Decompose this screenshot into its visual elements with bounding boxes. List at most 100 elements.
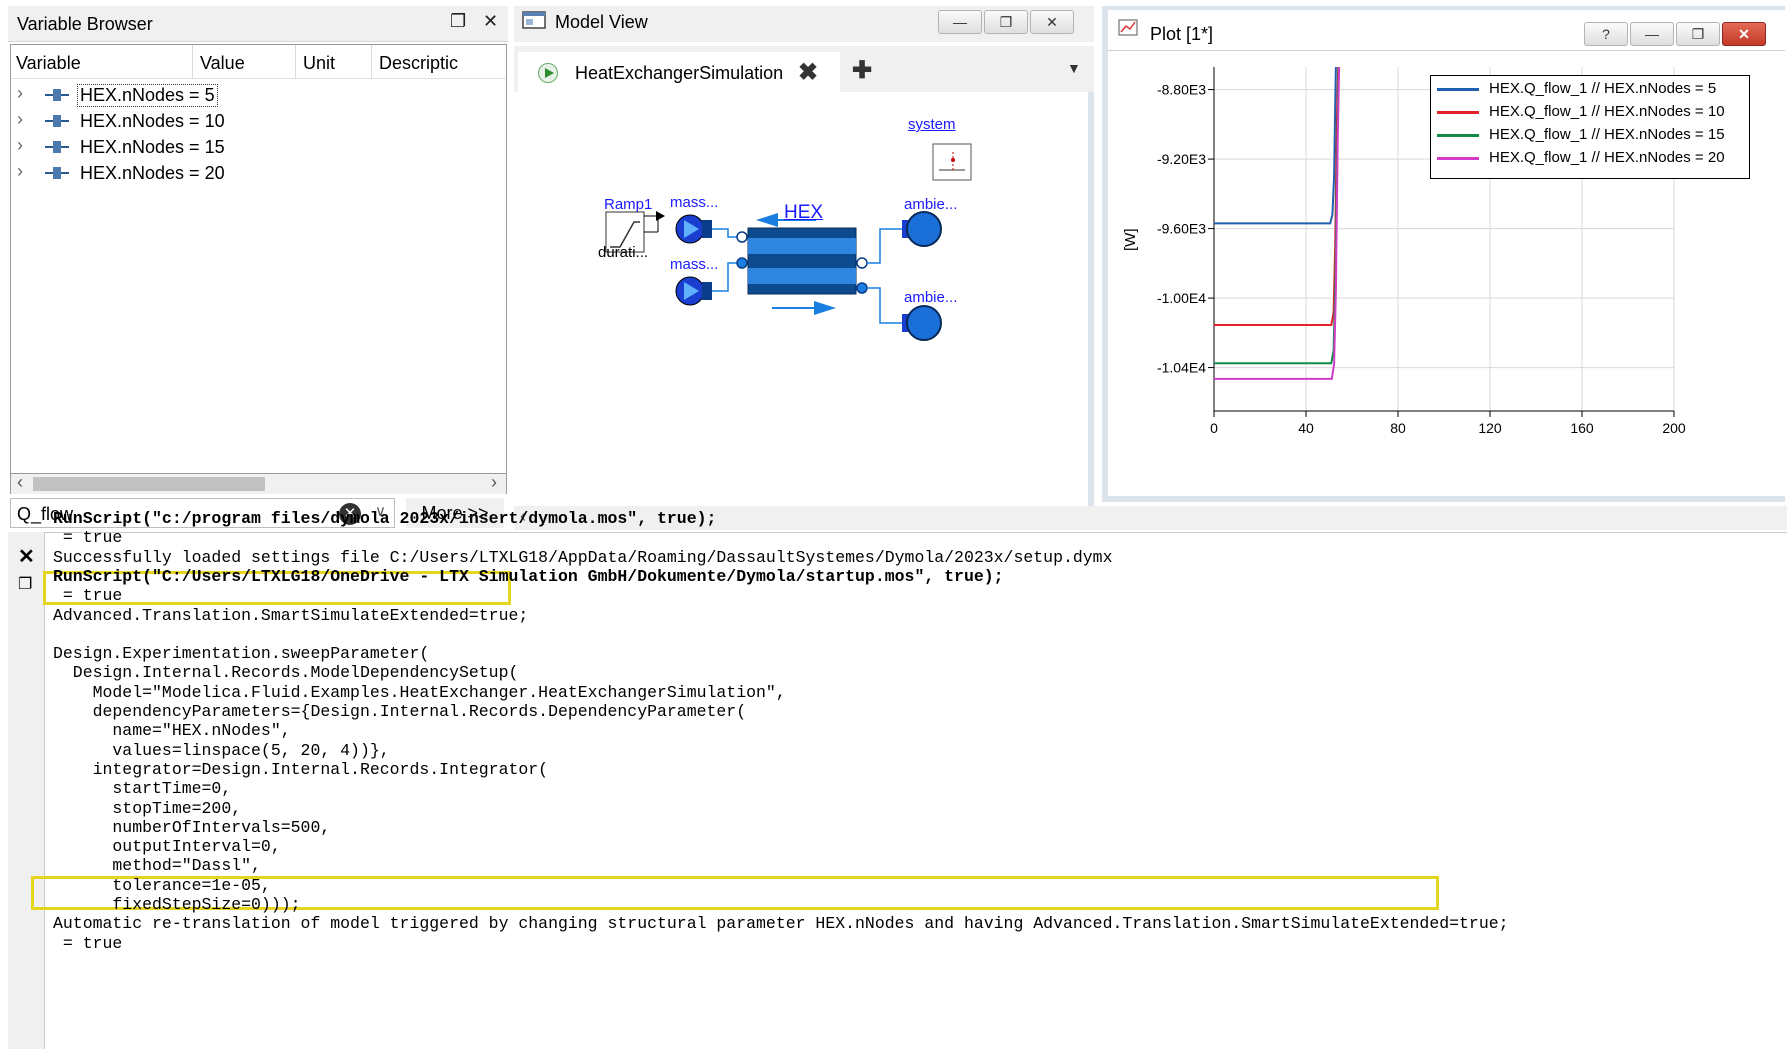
help-button[interactable]: ?	[1584, 22, 1628, 46]
play-icon[interactable]	[538, 63, 558, 83]
minimize-button[interactable]: —	[938, 10, 982, 34]
chevron-right-icon[interactable]: ›	[17, 161, 23, 182]
variable-row[interactable]: › HEX.nNodes = 10	[11, 107, 506, 136]
diagram-canvas[interactable]: system Ramp1 durati... mass... mass... H…	[516, 92, 1094, 506]
legend-swatch	[1437, 157, 1479, 160]
pin-icon	[45, 115, 69, 127]
variable-browser-panel: Variable Browser ❐ ✕ Variable Value Unit…	[8, 6, 508, 500]
legend-item[interactable]: HEX.Q_flow_1 // HEX.nNodes = 5	[1437, 79, 1747, 101]
variable-row[interactable]: › HEX.nNodes = 5	[11, 81, 506, 110]
model-view-icon	[522, 11, 546, 29]
plot-title: Plot [1*]	[1150, 24, 1214, 44]
scroll-right-icon[interactable]: ›	[491, 472, 497, 493]
series-line-1[interactable]	[1214, 66, 1337, 225]
column-header-variable[interactable]: Variable	[16, 53, 81, 74]
column-header-description[interactable]: Descriptic	[379, 53, 458, 74]
command-line: outputInterval=0,	[53, 837, 281, 857]
horizontal-scrollbar[interactable]: ‹ ›	[10, 472, 507, 494]
diagram-graphics	[605, 143, 972, 341]
command-line: = true	[53, 586, 123, 606]
close-button[interactable]: ✕	[1030, 10, 1074, 34]
pin-icon	[45, 89, 69, 101]
tab-heat-exchanger-simulation[interactable]: HeatExchangerSimulation ✖	[518, 52, 840, 92]
command-line: integrator=Design.Internal.Records.Integ…	[53, 759, 549, 779]
scrollbar-thumb[interactable]	[33, 477, 265, 491]
plot-legend[interactable]: HEX.Q_flow_1 // HEX.nNodes = 5 HEX.Q_flo…	[1430, 75, 1750, 179]
component-system[interactable]: system	[908, 116, 956, 133]
close-icon[interactable]: ✕	[18, 544, 35, 569]
x-tick-label: 200	[1662, 420, 1686, 436]
command-line: Model="Modelica.Fluid.Examples.HeatExcha…	[53, 682, 786, 702]
close-button[interactable]: ✕	[1722, 22, 1766, 46]
legend-label: HEX.Q_flow_1 // HEX.nNodes = 20	[1489, 149, 1725, 166]
series-line-3[interactable]	[1214, 66, 1340, 365]
scroll-left-icon[interactable]: ‹	[17, 472, 23, 493]
command-line: startTime=0,	[53, 779, 232, 799]
legend-item[interactable]: HEX.Q_flow_1 // HEX.nNodes = 10	[1437, 102, 1747, 124]
chevron-right-icon[interactable]: ›	[17, 135, 23, 156]
command-log[interactable]: RunScript("c:/program files/dymola 2023x…	[31, 509, 1787, 1049]
command-line: = true	[53, 528, 123, 548]
x-tick-label: 0	[1210, 420, 1218, 436]
add-tab-icon[interactable]: ✚	[852, 56, 872, 85]
y-tick-label: -9.20E3	[1157, 151, 1206, 167]
variable-browser-titlebar: Variable Browser ❐ ✕	[8, 6, 508, 42]
float-icon[interactable]: ❐	[450, 11, 466, 32]
model-view-panel: Model View — ❐ ✕ HeatExchangerSimulation…	[514, 6, 1094, 506]
component-ambient-2[interactable]: ambie...	[904, 289, 957, 306]
variable-table-header: Variable Value Unit Descriptic	[11, 45, 506, 79]
variable-table: Variable Value Unit Descriptic › HEX.nNo…	[10, 44, 507, 474]
legend-label: HEX.Q_flow_1 // HEX.nNodes = 5	[1489, 80, 1717, 97]
close-tab-icon[interactable]: ✖	[798, 58, 818, 87]
variable-row-label: HEX.nNodes = 15	[80, 137, 225, 157]
column-header-unit[interactable]: Unit	[303, 53, 335, 74]
command-line: values=linspace(5, 20, 4))},	[53, 740, 390, 760]
legend-item[interactable]: HEX.Q_flow_1 // HEX.nNodes = 20	[1437, 148, 1747, 170]
column-header-value[interactable]: Value	[200, 53, 245, 74]
variable-browser-title: Variable Browser	[17, 14, 153, 34]
restore-button[interactable]: ❐	[1676, 22, 1720, 46]
legend-swatch	[1437, 88, 1479, 91]
minimize-button[interactable]: —	[1630, 22, 1674, 46]
series-line-2[interactable]	[1214, 66, 1340, 326]
restore-button[interactable]: ❐	[984, 10, 1028, 34]
plot-titlebar: Plot [1*] ? — ❐ ✕	[1108, 10, 1785, 50]
command-line: fixedStepSize=0)));	[53, 895, 301, 914]
component-mass-source-2[interactable]: mass...	[670, 256, 718, 273]
close-icon[interactable]: ✕	[483, 11, 498, 32]
model-view-titlebar: Model View — ❐ ✕	[514, 6, 1094, 42]
command-line: stopTime=200,	[53, 798, 242, 818]
tab-label: HeatExchangerSimulation	[575, 63, 784, 83]
pin-icon	[45, 167, 69, 179]
command-line: RunScript("c:/program files/dymola 2023x…	[53, 509, 717, 528]
command-line: Successfully loaded settings file C:/Use…	[53, 547, 1113, 567]
chevron-right-icon[interactable]: ›	[17, 83, 23, 104]
command-line: dependencyParameters={Design.Internal.Re…	[53, 702, 747, 721]
plot-window: Plot [1*] ? — ❐ ✕ -8.80E3 -9.20E3 -9.60E3-…	[1102, 6, 1785, 502]
x-tick-label: 80	[1390, 420, 1406, 436]
dropdown-icon[interactable]: ▼	[1067, 60, 1081, 76]
legend-label: HEX.Q_flow_1 // HEX.nNodes = 15	[1489, 126, 1725, 143]
command-line: numberOfIntervals=500,	[53, 817, 331, 837]
component-hex[interactable]: HEX	[784, 202, 823, 224]
y-tick-label: -9.60E3	[1157, 221, 1206, 237]
plot-icon	[1118, 19, 1138, 36]
x-tick-label: 40	[1298, 420, 1314, 436]
chevron-right-icon[interactable]: ›	[17, 109, 23, 130]
command-line: = true	[53, 933, 123, 953]
plot-series	[1214, 66, 1341, 380]
variable-row-label: HEX.nNodes = 5	[77, 84, 218, 107]
pin-icon	[45, 141, 69, 153]
command-line: Advanced.Translation.SmartSimulateExtend…	[53, 605, 529, 625]
variable-row[interactable]: › HEX.nNodes = 20	[11, 159, 506, 188]
variable-row[interactable]: › HEX.nNodes = 15	[11, 133, 506, 162]
plot-area[interactable]: -8.80E3 -9.20E3 -9.60E3 -1.00E4 -1.04E4 0 40 80…	[1108, 50, 1785, 496]
float-icon[interactable]: ❐	[18, 574, 32, 594]
component-ambient-1[interactable]: ambie...	[904, 196, 957, 213]
component-ramp[interactable]: Ramp1	[604, 196, 652, 213]
legend-item[interactable]: HEX.Q_flow_1 // HEX.nNodes = 15	[1437, 125, 1747, 147]
command-line: method="Dassl",	[53, 856, 261, 876]
component-mass-source-1[interactable]: mass...	[670, 194, 718, 211]
component-ramp-duration: durati...	[598, 244, 649, 261]
model-view-title: Model View	[555, 12, 648, 32]
